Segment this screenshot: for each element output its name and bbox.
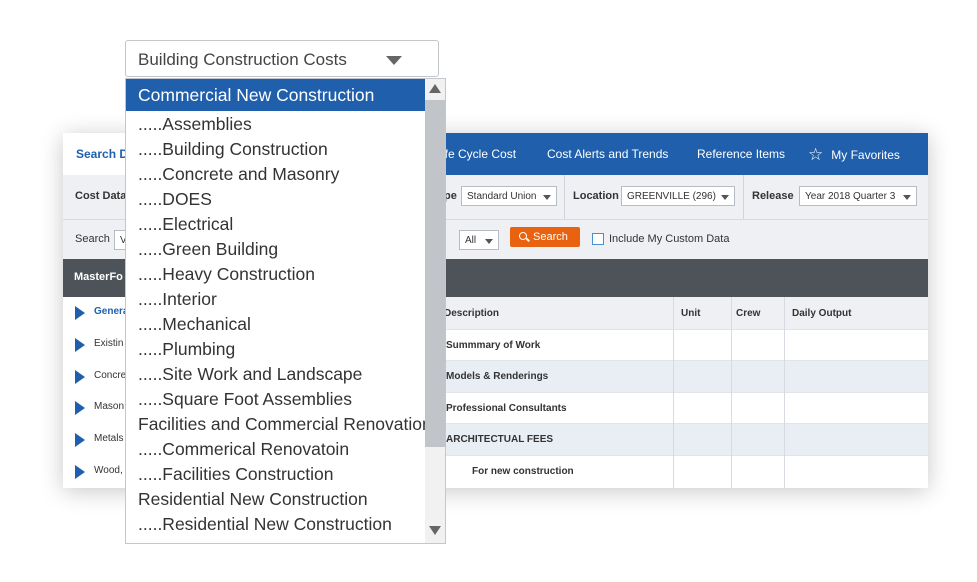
dropdown-scrollbar[interactable]	[425, 79, 445, 543]
chevron-down-icon	[386, 56, 402, 65]
table-row[interactable]: Professional Consultants	[423, 392, 928, 424]
masterformat-title: MasterFo	[74, 271, 123, 283]
search-scope-select[interactable]: All	[459, 230, 499, 250]
column-divider	[784, 297, 785, 488]
table-header: Description Unit Crew Daily Output	[423, 297, 928, 329]
cost-data-dropdown-list[interactable]: Commercial New Construction .....Assembl…	[125, 78, 446, 544]
dropdown-option[interactable]: .....Commerical Renovatoin	[126, 437, 425, 462]
row-description: For new construction	[472, 466, 574, 477]
divider	[743, 175, 744, 219]
tree-item-label: Concre	[94, 370, 127, 381]
expand-arrow-icon	[75, 338, 85, 352]
nav-item-my-favorites[interactable]: ☆ My Favorites	[808, 133, 900, 175]
location-label: Location	[573, 190, 619, 202]
search-button[interactable]: Search	[510, 227, 580, 247]
column-divider	[731, 297, 732, 488]
tree-item-label: Wood,	[94, 465, 123, 476]
nav-item-reference-items[interactable]: Reference Items	[697, 133, 785, 175]
dropdown-option[interactable]: .....Mechanical	[126, 312, 425, 337]
dropdown-option[interactable]: .....Heavy Construction	[126, 262, 425, 287]
search-label: Search	[75, 233, 110, 245]
chevron-down-icon	[485, 239, 493, 244]
nav-item-life-cycle-cost[interactable]: ife Cycle Cost	[442, 133, 516, 175]
scroll-down-arrow-icon[interactable]	[429, 526, 441, 535]
dropdown-option[interactable]: .....Plumbing	[126, 337, 425, 362]
divider	[564, 175, 565, 219]
scroll-up-arrow-icon[interactable]	[429, 84, 441, 93]
cost-data-select-value: Building Construction Costs	[138, 50, 347, 69]
column-header-crew[interactable]: Crew	[736, 308, 760, 319]
table-row[interactable]: Models & Renderings	[423, 360, 928, 392]
search-button-label: Search	[533, 231, 568, 243]
tree-item-label: Metals	[94, 433, 124, 444]
expand-arrow-icon	[75, 370, 85, 384]
column-header-daily-output[interactable]: Daily Output	[792, 308, 851, 319]
dropdown-option[interactable]: Facilities and Commercial Renovation	[126, 412, 425, 437]
chevron-down-icon	[721, 195, 729, 200]
row-description: Professional Consultants	[446, 403, 567, 414]
release-label: Release	[752, 190, 794, 202]
table-row[interactable]: For new construction	[423, 455, 928, 487]
my-favorites-label: My Favorites	[831, 148, 900, 162]
expand-arrow-icon	[75, 433, 85, 447]
tree-item-label: Mason	[94, 401, 125, 412]
tree-item-label: Existin	[94, 338, 124, 349]
row-description: ARCHITECTUAL FEES	[446, 434, 554, 445]
dropdown-option[interactable]: Residential New Construction	[126, 487, 425, 512]
column-divider	[673, 297, 674, 488]
column-header-description[interactable]: Description	[444, 308, 499, 319]
expand-arrow-icon	[75, 465, 85, 479]
type-select[interactable]: Standard Union	[461, 186, 557, 206]
dropdown-option[interactable]: .....Interior	[126, 287, 425, 312]
dropdown-option[interactable]: .....Green Building	[126, 237, 425, 262]
chevron-down-icon	[903, 195, 911, 200]
row-description: Models & Renderings	[446, 371, 549, 382]
expand-arrow-icon	[75, 401, 85, 415]
dropdown-option[interactable]: .....Assemblies	[126, 112, 425, 137]
dropdown-option[interactable]: .....Building Construction	[126, 137, 425, 162]
cost-data-label: Cost Data	[75, 190, 127, 202]
cost-data-select[interactable]: Building Construction Costs	[125, 40, 439, 77]
nav-item-cost-alerts-trends[interactable]: Cost Alerts and Trends	[547, 133, 668, 175]
chevron-down-icon	[543, 195, 551, 200]
dropdown-option[interactable]: .....Residential New Construction	[126, 512, 425, 537]
dropdown-option[interactable]: .....Square Foot Assemblies	[126, 387, 425, 412]
expand-arrow-icon	[75, 306, 85, 320]
dropdown-option[interactable]: .....DOES	[126, 187, 425, 212]
release-select-value: Year 2018 Quarter 3	[805, 191, 896, 202]
type-select-value: Standard Union	[467, 191, 537, 202]
include-custom-data-checkbox[interactable]	[592, 233, 604, 245]
include-custom-data-label: Include My Custom Data	[609, 233, 730, 245]
search-scope-value: All	[465, 235, 477, 246]
release-select[interactable]: Year 2018 Quarter 3	[799, 186, 917, 206]
dropdown-option[interactable]: .....Site Work and Landscape	[126, 362, 425, 387]
location-select-value: GREENVILLE (296)	[627, 191, 716, 202]
row-description: Summmary of Work	[446, 340, 541, 351]
tree-item-label: Genera	[94, 306, 129, 317]
star-icon: ☆	[808, 145, 824, 164]
search-icon	[519, 232, 527, 240]
scrollbar-thumb[interactable]	[425, 100, 445, 447]
location-select[interactable]: GREENVILLE (296)	[621, 186, 735, 206]
dropdown-option-highlighted[interactable]: Commercial New Construction	[126, 79, 425, 111]
dropdown-option[interactable]: .....Facilities Construction	[126, 462, 425, 487]
table-row[interactable]: Summmary of Work	[423, 329, 928, 361]
column-header-unit[interactable]: Unit	[681, 308, 700, 319]
table-row[interactable]: ARCHITECTUAL FEES	[423, 423, 928, 455]
dropdown-option[interactable]: .....Electrical	[126, 212, 425, 237]
dropdown-option[interactable]: .....Concrete and Masonry	[126, 162, 425, 187]
